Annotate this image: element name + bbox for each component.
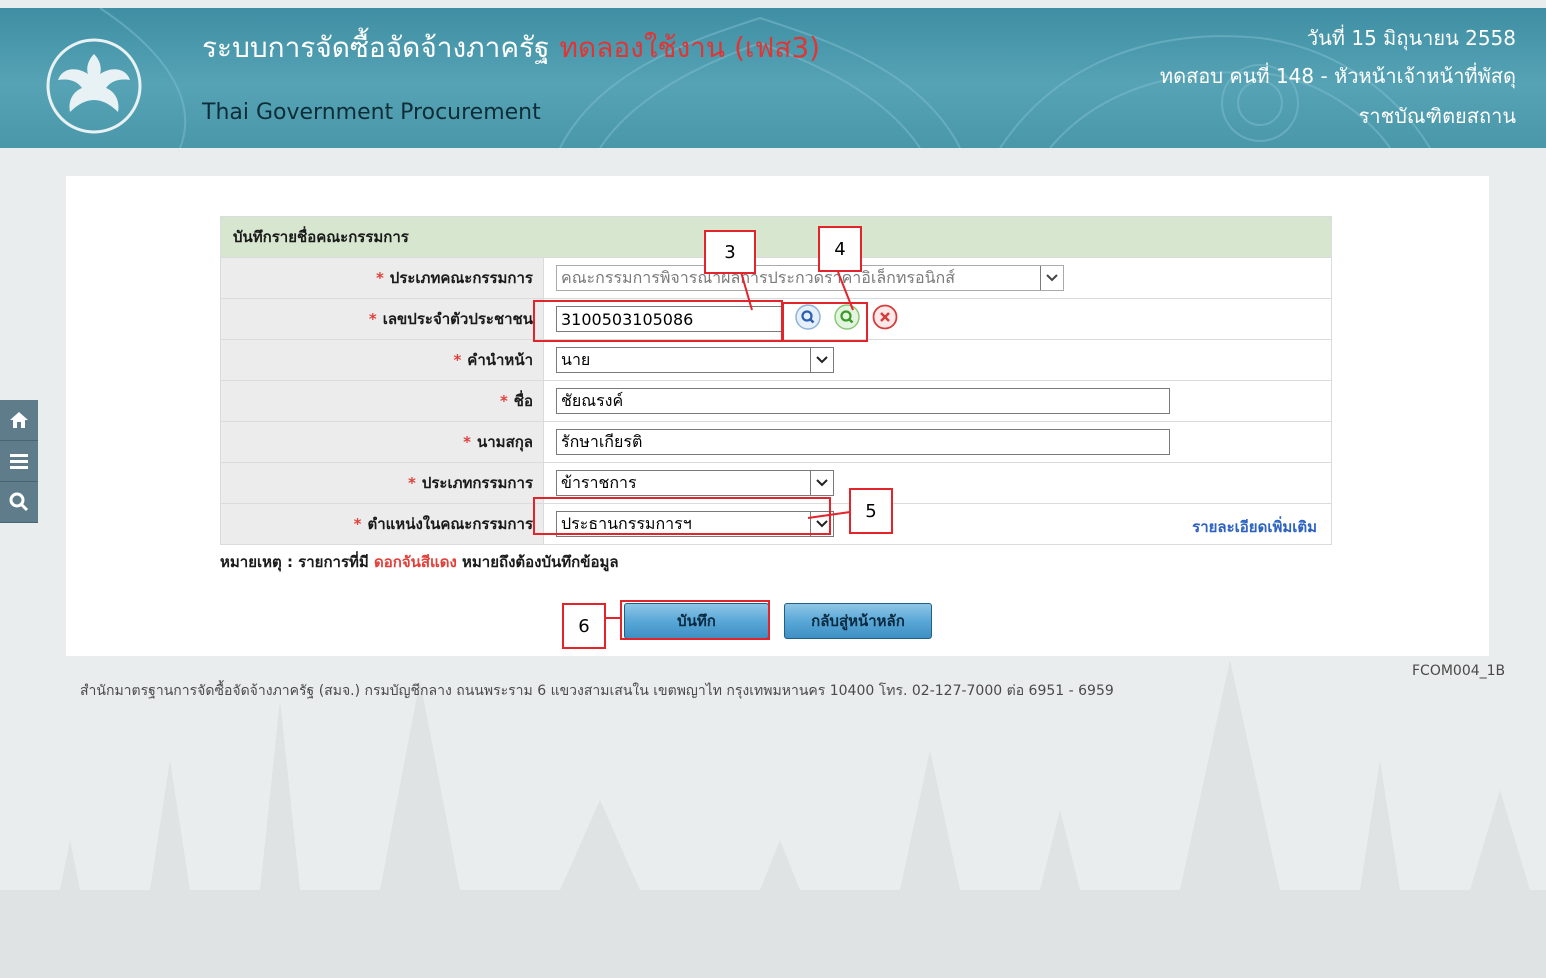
search-person-button[interactable] [795,304,821,334]
chevron-down-icon [1040,266,1063,290]
annotation-callout-5: 5 [849,488,893,534]
committee-type-row: * ประเภทคณะกรรมการ คณะกรรมการพิจารณาผลการ… [220,257,1332,299]
position-select[interactable]: ประธานกรรมการฯ [556,511,834,537]
citizen-id-label: * เลขประจำตัวประชาชน [220,298,544,340]
required-note-highlight: ดอกจันสีแดง [374,553,457,571]
required-mark: * [375,269,384,287]
last-name-label: * นามสกุล [220,421,544,463]
current-date: วันที่ 15 มิถุนายน 2558 [1306,26,1516,50]
first-name-label: * ชื่อ [220,380,544,422]
search-icon [9,492,29,512]
first-name-row: * ชื่อ ชัยณรงค์ [220,380,1332,422]
position-label: * ตำแหน่งในคณะกรรมการ [220,503,544,545]
clear-button[interactable] [872,304,898,334]
annotation-callout-3: 3 [704,230,756,274]
organization-name: ราชบัณฑิตยสถาน [1358,104,1516,128]
close-icon [872,304,898,330]
position-row: * ตำแหน่งในคณะกรรมการ ประธานกรรมการฯ รายล… [220,503,1332,545]
search-person-green-button[interactable] [833,304,860,334]
committee-form: บันทึกรายชื่อคณะกรรมการ * ประเภทคณะกรรมกา… [220,216,1332,545]
member-type-select[interactable]: ข้าราชการ [556,470,834,496]
home-icon [10,412,28,428]
form-code: FCOM004_1B [1412,663,1506,679]
search-button[interactable] [0,482,38,523]
system-title-text: ระบบการจัดซื้อจัดจ้างภาครัฐ [202,31,550,64]
member-type-label: * ประเภทกรรมการ [220,462,544,504]
form-heading: บันทึกรายชื่อคณะกรรมการ [220,216,1332,258]
chevron-down-icon [810,512,833,536]
menu-icon [10,454,28,469]
trial-label: ทดลองใช้งาน (เฟส3) [559,31,821,64]
citizen-id-input[interactable]: 3100503105086 [556,306,782,332]
member-type-row: * ประเภทกรรมการ ข้าราชการ [220,462,1332,504]
footer-address: สำนักมาตรฐานการจัดซื้อจัดจ้างภาครัฐ (สมจ… [80,683,1114,699]
system-subtitle: Thai Government Procurement [202,100,541,125]
citizen-id-row: * เลขประจำตัวประชาชน 3100503105086 [220,298,1332,340]
menu-button[interactable] [0,441,38,482]
annotation-callout-4: 4 [818,226,862,272]
system-title: ระบบการจัดซื้อจัดจ้างภาครัฐ ทดลองใช้งาน (… [202,26,820,70]
back-to-main-button[interactable]: กลับสู่หน้าหลัก [784,603,932,639]
home-button[interactable] [0,400,38,441]
last-name-row: * นามสกุล รักษาเกียรติ [220,421,1332,463]
committee-type-select[interactable]: คณะกรรมการพิจารณาผลการประกวดราคาอิเล็กทร… [556,265,1064,291]
save-button[interactable]: บันทึก [624,603,769,639]
more-details-link[interactable]: รายละเอียดเพิ่มเติม [1192,515,1317,539]
first-name-input[interactable]: ชัยณรงค์ [556,388,1170,414]
user-info: ทดสอบ คนที่ 148 - หัวหน้าเจ้าหน้าที่พัสด… [1159,64,1516,88]
last-name-input[interactable]: รักษาเกียรติ [556,429,1170,455]
magnifier-green-icon [833,304,860,330]
prefix-label: * คำนำหน้า [220,339,544,381]
garuda-logo [46,38,142,134]
committee-type-label: * ประเภทคณะกรรมการ [220,257,544,299]
app-header: ระบบการจัดซื้อจัดจ้างภาครัฐ ทดลองใช้งาน (… [0,8,1546,148]
prefix-select[interactable]: นาย [556,347,834,373]
annotation-callout-6: 6 [562,603,606,649]
chevron-down-icon [810,471,833,495]
chevron-down-icon [810,348,833,372]
side-toolbar [0,400,38,523]
magnifier-blue-icon [795,304,821,330]
prefix-row: * คำนำหน้า นาย [220,339,1332,381]
required-note: หมายเหตุ : รายการที่มี ดอกจันสีแดง หมายถ… [220,553,619,571]
